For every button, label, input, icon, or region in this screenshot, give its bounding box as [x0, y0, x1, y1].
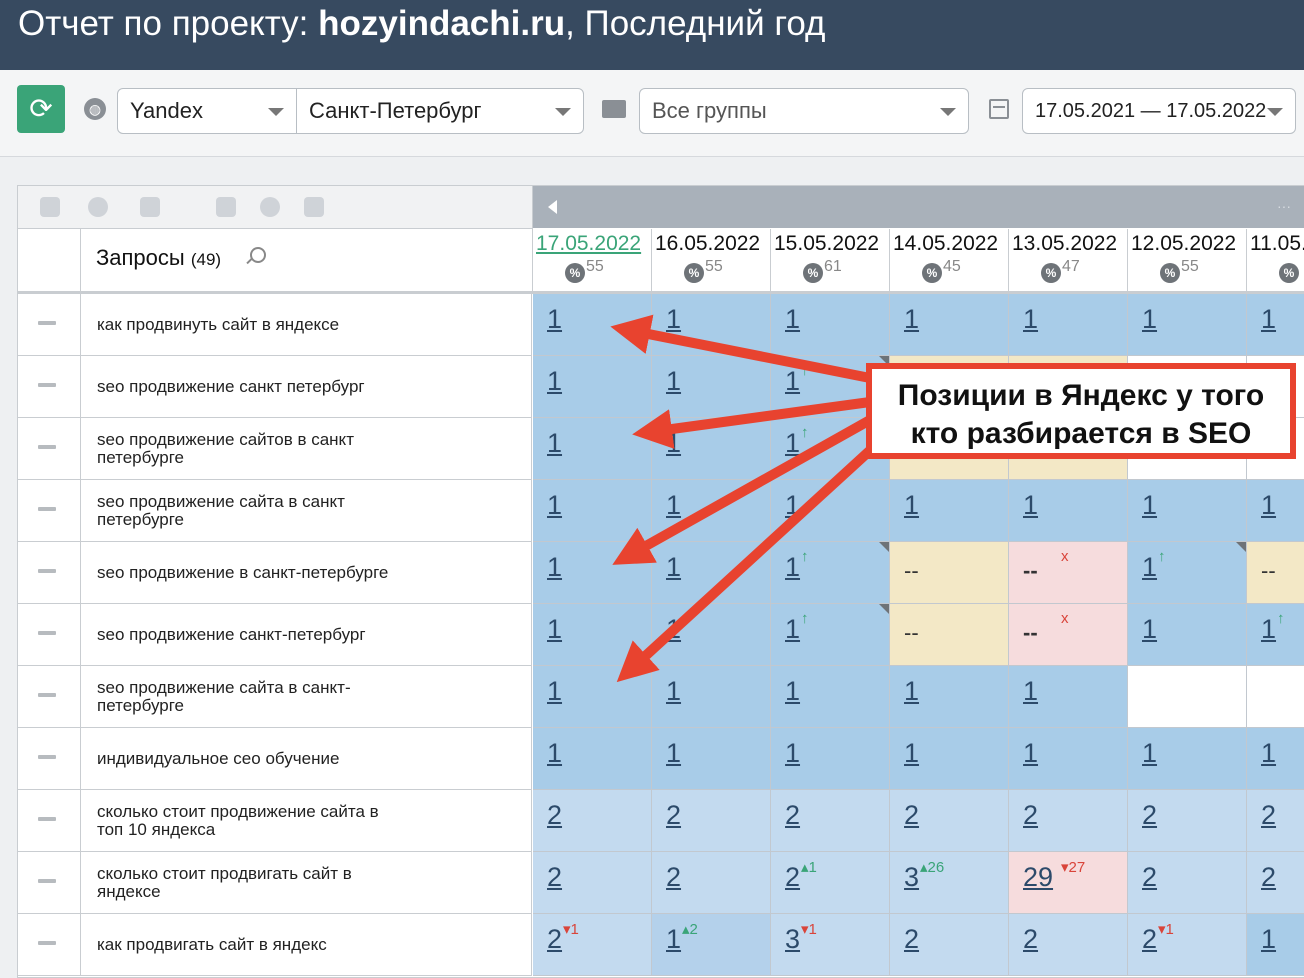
arrow-lines — [610, 314, 880, 683]
callout-line-2: кто разбирается в SEO — [910, 417, 1252, 450]
arrow-row-1 — [610, 314, 871, 383]
annotation-callout: Позиции в Яндекс у того кто разбирается … — [866, 363, 1296, 459]
annotation-arrows — [610, 314, 880, 683]
arrow-row-7 — [616, 441, 880, 683]
callout-line-1: Позиции в Яндекс у того — [897, 379, 1265, 412]
arrow-row-3 — [632, 397, 871, 449]
